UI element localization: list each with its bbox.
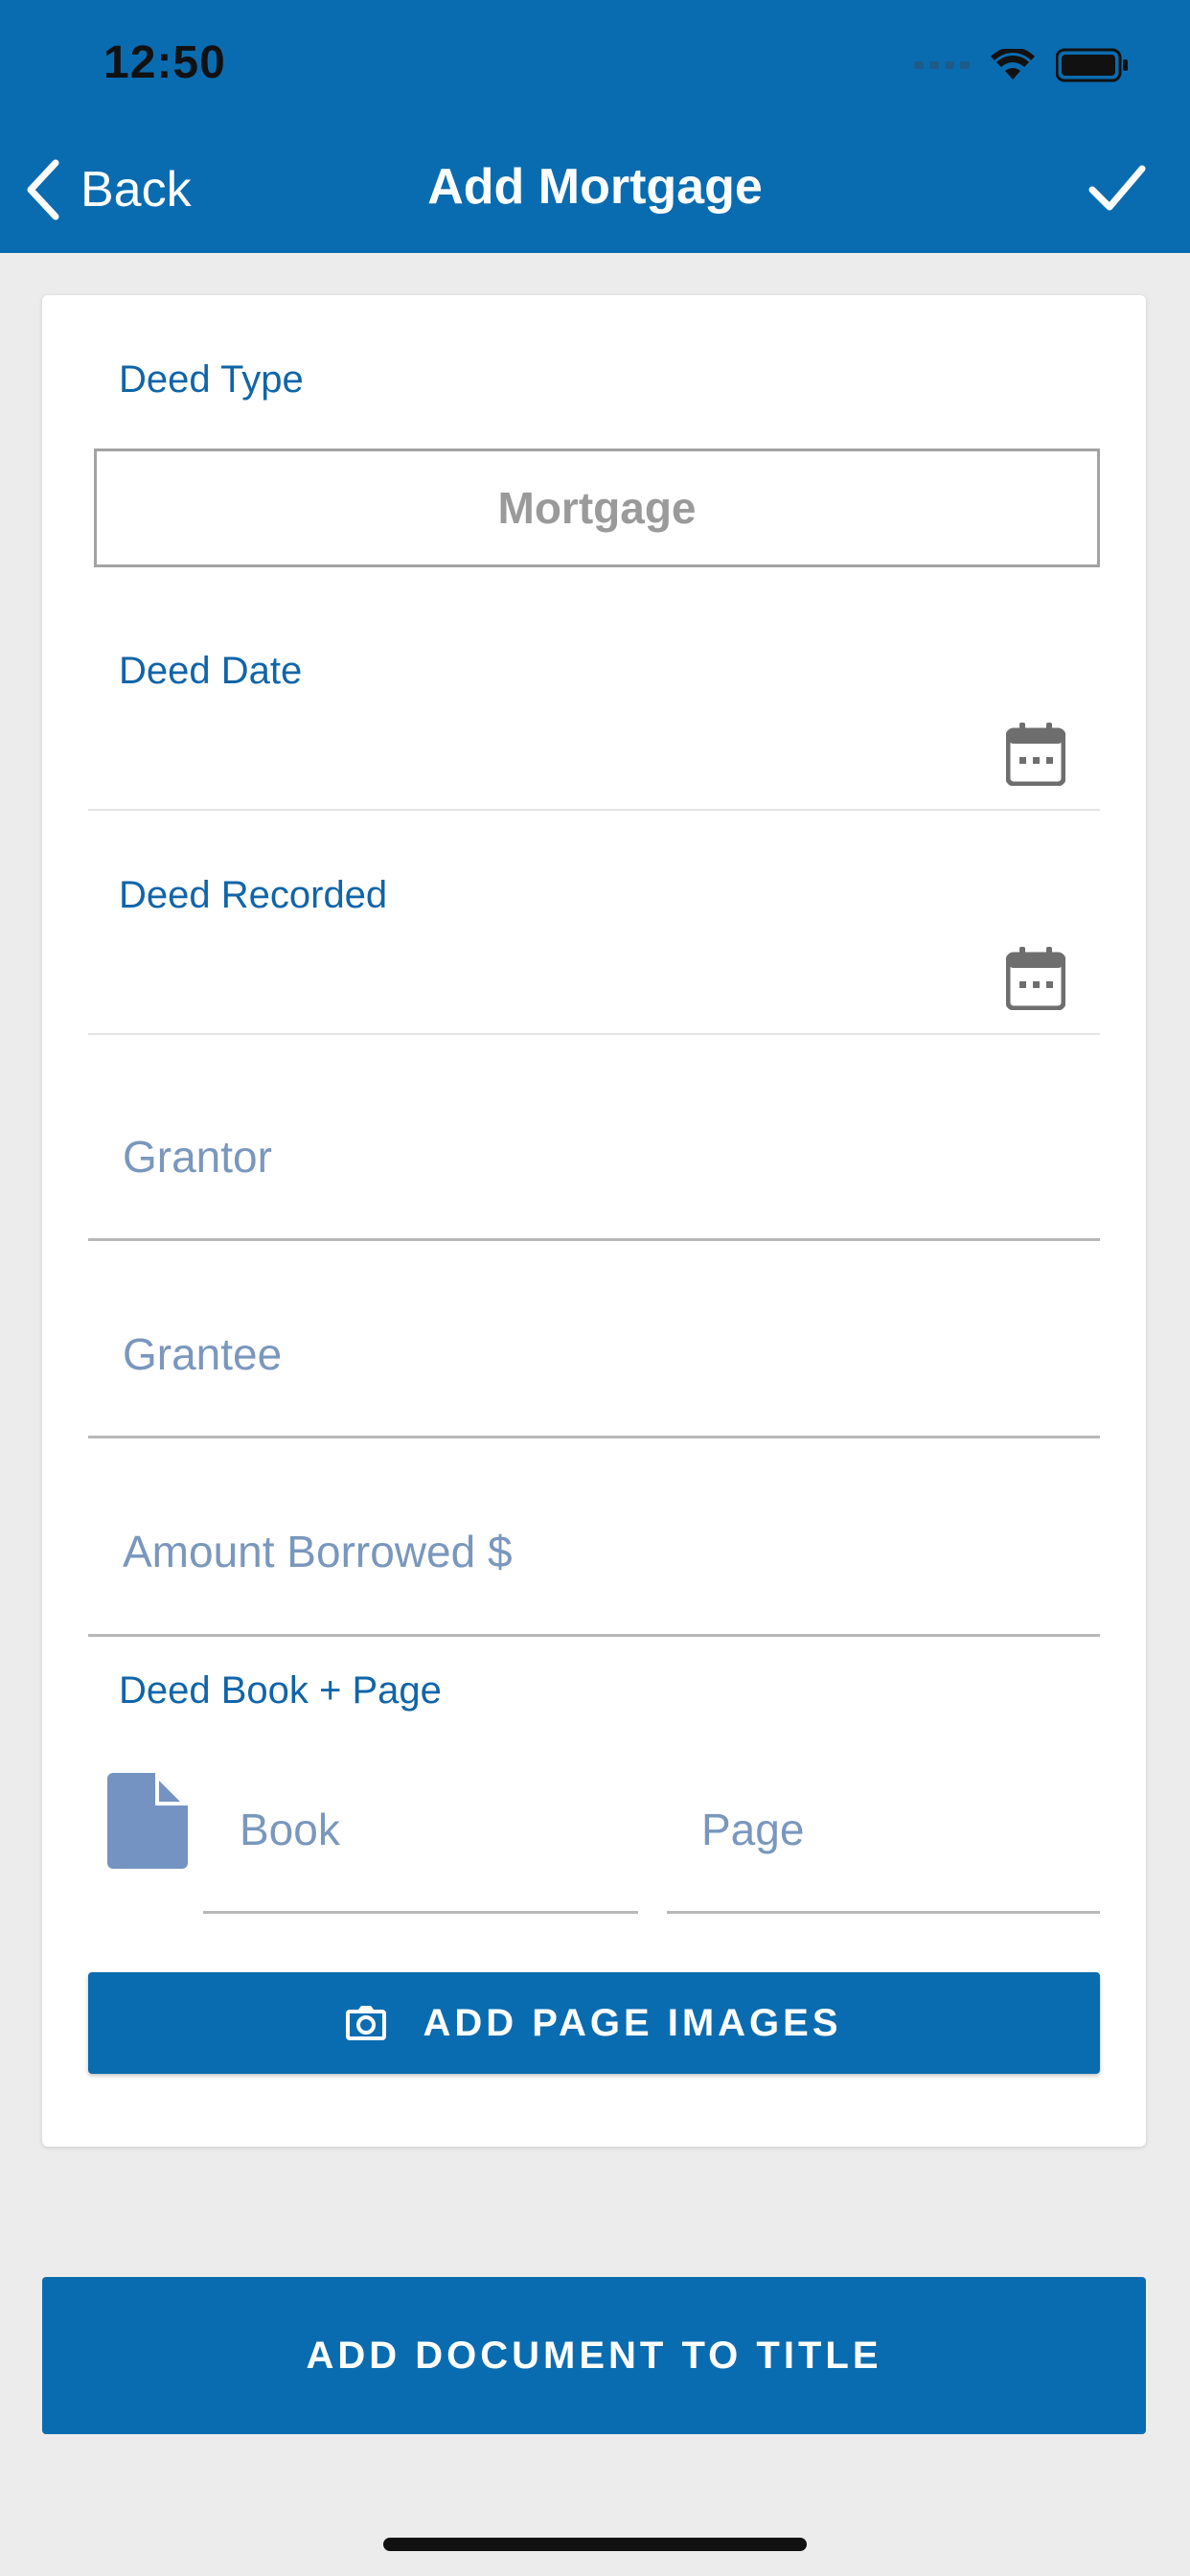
page-underline [667, 1911, 1100, 1914]
deed-date-divider [88, 809, 1100, 811]
book-input[interactable]: Book [240, 1804, 340, 1855]
navigation-bar: 12:50 Back Add Mortgage [0, 0, 1190, 253]
camera-icon [346, 2006, 387, 2040]
deed-recorded-label: Deed Recorded [119, 874, 388, 916]
checkmark-icon[interactable] [1087, 157, 1148, 218]
deed-type-select[interactable]: Mortgage [94, 448, 1100, 567]
page-title: Add Mortgage [427, 159, 763, 215]
amount-borrowed-input[interactable]: Amount Borrowed $ [123, 1526, 513, 1577]
deed-type-label: Deed Type [119, 358, 304, 401]
document-icon [107, 1773, 188, 1869]
battery-icon [1056, 48, 1128, 82]
signal-icon [914, 61, 970, 69]
add-page-images-label: ADD PAGE IMAGES [423, 2001, 842, 2044]
add-page-images-button[interactable]: ADD PAGE IMAGES [88, 1972, 1100, 2074]
wifi-icon [991, 49, 1035, 80]
amount-borrowed-underline [88, 1634, 1100, 1637]
status-icons [914, 46, 1129, 84]
grantor-underline [88, 1238, 1100, 1241]
mortgage-form-card: Deed Type Mortgage Deed Date Deed Record… [42, 295, 1146, 2147]
book-underline [203, 1911, 638, 1914]
deed-date-label: Deed Date [119, 650, 303, 692]
grantor-input[interactable]: Grantor [123, 1131, 272, 1183]
deed-recorded-field[interactable] [88, 932, 989, 1027]
calendar-icon[interactable] [1006, 723, 1065, 786]
grantee-underline [88, 1436, 1100, 1438]
grantee-input[interactable]: Grantee [123, 1328, 282, 1380]
add-document-label: ADD DOCUMENT TO TITLE [306, 2334, 882, 2377]
status-time: 12:50 [103, 37, 226, 88]
add-document-to-title-button[interactable]: ADD DOCUMENT TO TITLE [42, 2277, 1146, 2434]
calendar-icon[interactable] [1006, 947, 1065, 1010]
deed-book-page-label: Deed Book + Page [119, 1669, 442, 1712]
home-indicator [383, 2538, 807, 2551]
deed-date-field[interactable] [88, 707, 989, 803]
page-input[interactable]: Page [701, 1804, 804, 1855]
deed-recorded-divider [88, 1033, 1100, 1035]
